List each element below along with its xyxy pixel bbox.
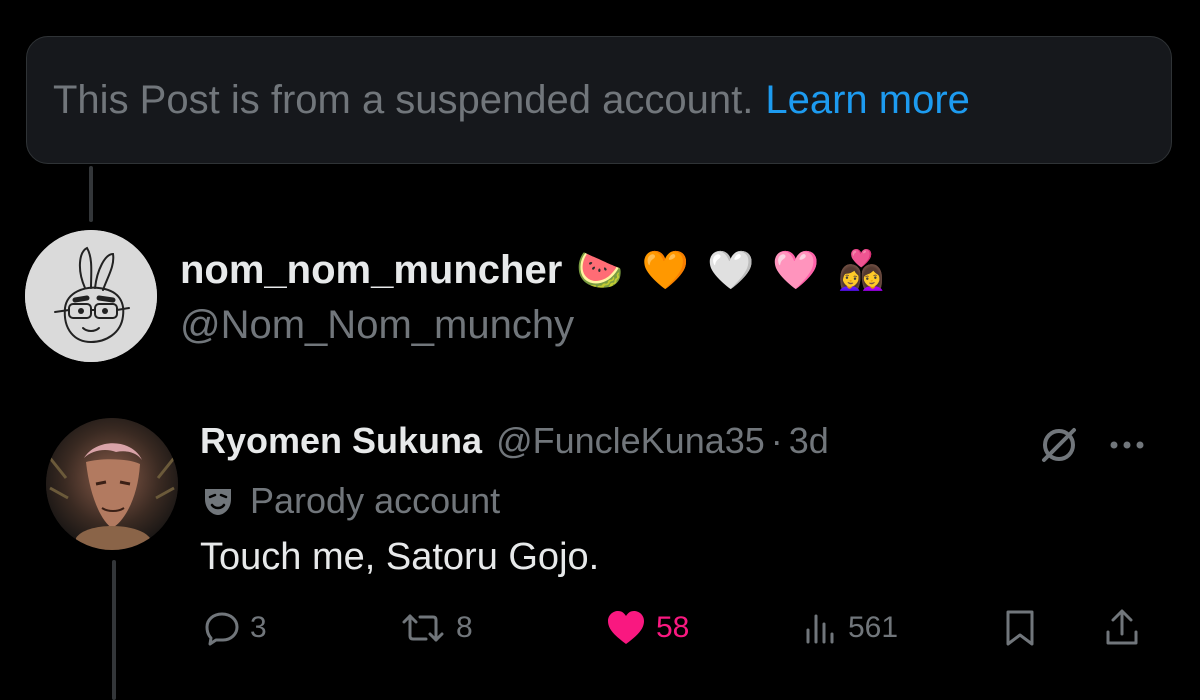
reply-header: Ryomen Sukuna @FuncleKuna35 · 3d [200,420,829,462]
separator-dot: · [770,420,783,461]
parody-account-label: Parody account [200,480,500,522]
share-icon [1106,609,1138,645]
reply-text: Touch me, Satoru Gojo. [200,536,600,578]
reply-timestamp[interactable]: 3d [789,420,829,462]
bookmark-button[interactable] [1000,606,1048,650]
watermelon-emoji: 🍉 [576,249,624,292]
more-dots-icon[interactable] [1106,424,1148,466]
parent-user-handle[interactable]: @Nom_Nom_munchy [180,303,885,348]
parody-label-text: Parody account [250,480,501,521]
reply-button[interactable]: 3 [202,606,267,650]
like-count: 58 [656,611,690,644]
learn-more-link[interactable]: Learn more [765,78,970,123]
bunny-sketch-avatar-image [25,230,157,362]
theater-mask-icon [205,489,231,515]
white-heart-emoji: 🤍 [706,249,755,292]
repost-icon [402,614,444,642]
orange-heart-emoji: 🧡 [641,249,689,292]
avatar[interactable] [46,418,178,550]
comment-icon [205,612,239,646]
suspended-notice-text: This Post is from a suspended account. [53,77,754,122]
sukuna-avatar-image [46,418,178,550]
thread-connector-line [89,166,93,222]
thread-connector-line [112,560,116,700]
views-count: 561 [848,611,899,644]
repost-button[interactable]: 8 [398,606,473,650]
repost-count: 8 [456,611,473,644]
parent-user-name-row[interactable]: nom_nom_muncher 🍉 🧡 🤍 🩷 👩‍❤️‍👩 [180,248,885,293]
bookmark-icon [1006,610,1034,646]
reply-display-name[interactable]: Ryomen Sukuna [200,420,482,462]
parent-display-name[interactable]: nom_nom_muncher [180,248,562,293]
grok-icon[interactable] [1038,424,1080,466]
heart-icon [608,611,644,644]
suspended-post-notice: This Post is from a suspended account. L… [26,36,1172,164]
couple-with-heart-emoji: 👩‍❤️‍👩 [837,249,885,292]
views-chart-icon [806,614,834,644]
avatar[interactable] [25,230,157,362]
pink-heart-emoji: 🩷 [772,249,820,292]
like-button[interactable]: 58 [604,606,689,650]
reply-count: 3 [250,611,267,644]
parent-user-info: nom_nom_muncher 🍉 🧡 🤍 🩷 👩‍❤️‍👩 @Nom_Nom_… [180,248,885,348]
reply-handle[interactable]: @FuncleKuna35 [496,420,765,462]
views-button[interactable]: 561 [800,606,898,650]
share-button[interactable] [1102,606,1150,650]
